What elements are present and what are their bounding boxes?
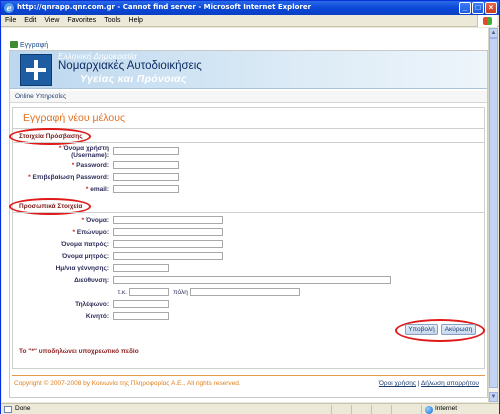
required-star: * bbox=[71, 162, 75, 169]
form-title: Εγγραφή νέου μέλους bbox=[23, 112, 126, 124]
email-label: * email: bbox=[33, 186, 109, 193]
banner-sub: Υγείας και Πρόνοιας bbox=[80, 73, 187, 85]
username-label-text: Όνομα χρήστη (Username): bbox=[63, 145, 109, 159]
security-zone: Internet bbox=[435, 405, 458, 412]
status-separator bbox=[351, 405, 352, 414]
mother-name-label: Όνομα μητρός: bbox=[61, 253, 109, 260]
last-name-label: * Επώνυμο: bbox=[33, 229, 109, 236]
email-input[interactable] bbox=[113, 185, 179, 193]
page-viewport: Εγγραφή Ελληνική Δημοκρατία Νομαρχιακές … bbox=[2, 28, 490, 402]
confirm-password-label: * Επιβεβαίωση Password: bbox=[19, 174, 109, 181]
city-label: πόλη bbox=[173, 289, 188, 296]
username-label: * Όνομα χρήστη (Username): bbox=[33, 145, 109, 159]
mobile-label: Κινητό: bbox=[85, 313, 109, 320]
windows-flag-icon bbox=[477, 15, 497, 27]
window-title: http://qnrapp.qnr.com.gr - Cannot find s… bbox=[17, 3, 312, 11]
password-input[interactable] bbox=[113, 161, 179, 169]
address-label: Διεύθυνση: bbox=[74, 277, 109, 284]
banner-main: Νομαρχιακές Αυτοδιοικήσεις bbox=[58, 60, 202, 72]
confirm-password-input[interactable] bbox=[113, 173, 179, 181]
status-separator bbox=[371, 405, 372, 414]
maximize-button[interactable]: □ bbox=[472, 2, 484, 14]
postcode-input[interactable] bbox=[129, 288, 169, 296]
close-button[interactable]: × bbox=[485, 2, 497, 14]
submit-button[interactable]: Υποβολή bbox=[405, 324, 438, 335]
footer-links: Όροι χρήσης | Δήλωση απορρήτου bbox=[379, 380, 479, 387]
required-star: * bbox=[85, 186, 89, 193]
required-fields-note: Το "*" υποδηλώνει υποχρεωτικό πεδίο bbox=[19, 348, 139, 355]
menu-favorites[interactable]: Favorites bbox=[63, 15, 100, 27]
status-text: Done bbox=[15, 405, 31, 412]
divider bbox=[13, 142, 484, 143]
last-name-label-text: Επώνυμο: bbox=[76, 229, 109, 236]
vertical-scrollbar[interactable]: ▲ ▼ bbox=[488, 28, 498, 402]
menu-file[interactable]: File bbox=[1, 15, 20, 27]
scroll-down-arrow-icon[interactable]: ▼ bbox=[489, 392, 498, 402]
phone-label: Τηλέφωνο: bbox=[75, 301, 109, 308]
site-banner: Ελληνική Δημοκρατία Νομαρχιακές Αυτοδιοι… bbox=[10, 51, 487, 89]
footer-separator: | bbox=[417, 380, 420, 387]
birth-date-input[interactable] bbox=[113, 264, 169, 272]
required-star: * bbox=[58, 145, 62, 152]
nav-strip: Online Υπηρεσίες bbox=[10, 91, 487, 103]
required-star: * bbox=[72, 229, 76, 236]
password-label-text: Password: bbox=[76, 162, 109, 169]
copyright-text: Copyright © 2007-2008 by Κοινωνία της Πλ… bbox=[14, 380, 241, 387]
confirm-password-label-text: Επιβεβαίωση Password: bbox=[32, 174, 109, 181]
menu-tools[interactable]: Tools bbox=[100, 15, 124, 27]
mother-name-input[interactable] bbox=[113, 252, 223, 260]
scroll-thumb[interactable] bbox=[489, 38, 498, 388]
terms-link[interactable]: Όροι χρήσης bbox=[379, 380, 416, 387]
internet-zone-globe-icon bbox=[425, 406, 433, 414]
postcode-label: τ.κ. bbox=[117, 289, 127, 296]
mobile-input[interactable] bbox=[113, 312, 169, 320]
father-name-input[interactable] bbox=[113, 240, 223, 248]
menu-edit[interactable]: Edit bbox=[20, 15, 40, 27]
status-bar: Done Internet bbox=[1, 403, 499, 414]
phone-input[interactable] bbox=[113, 300, 169, 308]
internet-explorer-icon: e bbox=[4, 3, 14, 13]
menu-bar: File Edit View Favorites Tools Help bbox=[1, 15, 499, 27]
title-bar: e http://qnrapp.qnr.com.gr - Cannot find… bbox=[1, 1, 499, 15]
city-input[interactable] bbox=[190, 288, 300, 296]
register-link[interactable]: Εγγραφή bbox=[10, 41, 48, 49]
last-name-input[interactable] bbox=[113, 228, 223, 236]
cancel-button[interactable]: Ακύρωση bbox=[441, 324, 476, 335]
birth-date-label: Ημ/νια γέννησης: bbox=[55, 265, 109, 272]
required-star: * bbox=[28, 174, 31, 181]
status-separator bbox=[391, 405, 392, 414]
online-services-link[interactable]: Online Υπηρεσίες bbox=[15, 93, 66, 100]
privacy-link[interactable]: Δήλωση απορρήτου bbox=[421, 380, 479, 387]
father-name-label: Όνομα πατρός: bbox=[61, 241, 109, 248]
greek-cross-emblem-icon bbox=[20, 54, 52, 86]
register-icon bbox=[10, 41, 18, 48]
scroll-up-arrow-icon[interactable]: ▲ bbox=[489, 28, 498, 38]
first-name-label-text: Όνομα: bbox=[85, 217, 109, 224]
registration-form: Εγγραφή νέου μέλους Στοιχεία Πρόσβασης *… bbox=[9, 107, 485, 369]
page-footer: Copyright © 2007-2008 by Κοινωνία της Πλ… bbox=[12, 375, 485, 393]
browser-window: e http://qnrapp.qnr.com.gr - Cannot find… bbox=[0, 0, 500, 414]
status-separator bbox=[331, 405, 332, 414]
page-icon bbox=[4, 406, 12, 413]
divider bbox=[13, 128, 484, 129]
required-star: * bbox=[81, 217, 85, 224]
email-label-text: email: bbox=[90, 186, 109, 193]
status-separator bbox=[421, 405, 422, 414]
menu-help[interactable]: Help bbox=[125, 15, 147, 27]
username-input[interactable] bbox=[113, 147, 179, 155]
divider bbox=[13, 212, 484, 213]
first-name-input[interactable] bbox=[113, 216, 223, 224]
page-content: Ελληνική Δημοκρατία Νομαρχιακές Αυτοδιοι… bbox=[9, 50, 488, 398]
password-label: * Password: bbox=[33, 162, 109, 169]
minimize-button[interactable]: _ bbox=[459, 2, 471, 14]
first-name-label: * Όνομα: bbox=[33, 217, 109, 224]
menu-view[interactable]: View bbox=[40, 15, 63, 27]
register-link-label: Εγγραφή bbox=[20, 42, 49, 49]
address-input[interactable] bbox=[113, 276, 391, 284]
